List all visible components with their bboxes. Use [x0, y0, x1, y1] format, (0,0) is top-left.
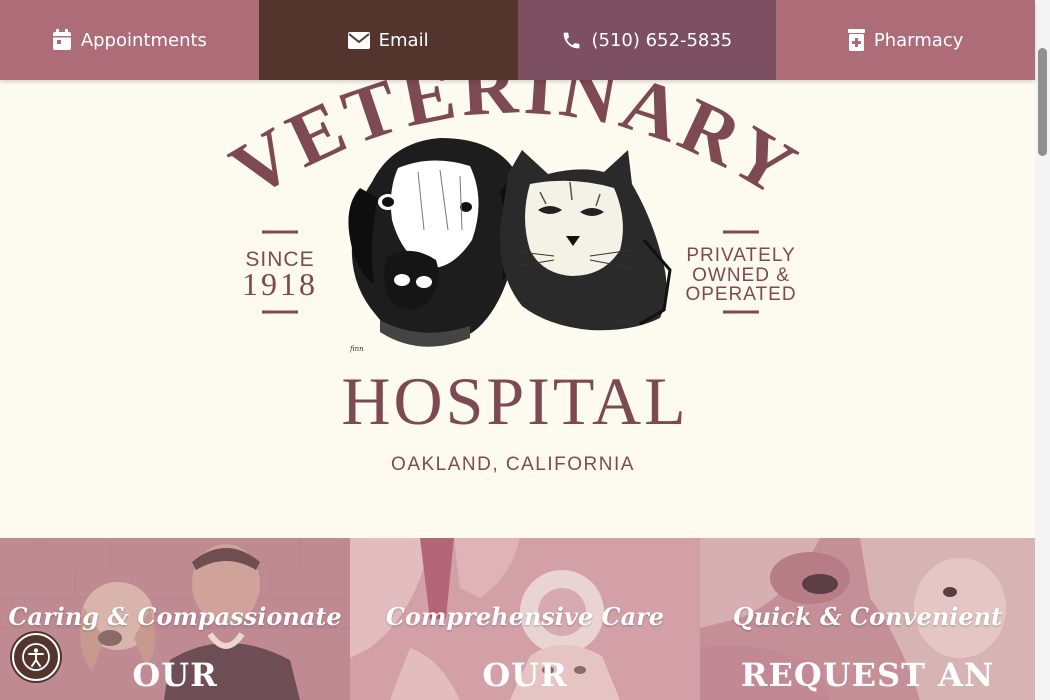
page-scrollbar-thumb[interactable]: [1038, 48, 1047, 156]
services-cards: Caring & Compassionate OUR Comprehensive…: [0, 538, 1035, 700]
card-our-services[interactable]: Comprehensive Care OUR: [350, 538, 700, 700]
top-nav: Appointments Email (510) 652-5835 Pharma…: [0, 0, 1035, 80]
pharmacy-label: Pharmacy: [873, 29, 964, 51]
pharmacy-nav-button[interactable]: Pharmacy: [776, 0, 1035, 80]
hero-logo-section: VETERINARY SINCE 1918 PRIVATELY OWNED & …: [0, 80, 1035, 538]
email-label: Email: [378, 29, 429, 51]
accessibility-button[interactable]: [12, 633, 60, 681]
pill-bottle-icon: [847, 29, 865, 51]
email-nav-button[interactable]: Email: [258, 0, 518, 80]
dog-illustration: finn: [348, 138, 524, 353]
appointments-nav-button[interactable]: Appointments: [0, 0, 259, 80]
envelope-icon: [347, 31, 370, 49]
card-tagline: Caring & Compassionate: [8, 602, 342, 631]
phone-icon: [564, 32, 580, 48]
logo-since-year: 1918: [242, 266, 318, 302]
signature-finn: finn: [349, 345, 364, 353]
phone-nav-button[interactable]: (510) 652-5835: [517, 0, 777, 80]
card-tagline: Quick & Convenient: [732, 602, 1003, 631]
appointments-label: Appointments: [80, 29, 207, 51]
card-our-team[interactable]: Caring & Compassionate OUR: [0, 538, 350, 700]
logo-operated-label: OPERATED: [685, 284, 796, 305]
card-heading: REQUEST AN: [740, 656, 995, 694]
card-request-appointment[interactable]: Quick & Convenient REQUEST AN: [700, 538, 1035, 700]
card-heading: OUR: [482, 656, 568, 694]
accessibility-icon: [22, 643, 50, 671]
card-tagline: Comprehensive Care: [385, 602, 665, 631]
signature-flora: flora: [614, 319, 631, 327]
logo-location: OAKLAND, CALIFORNIA: [391, 454, 635, 475]
phone-label: (510) 652-5835: [591, 29, 733, 51]
logo-owned-label: OWNED &: [692, 265, 790, 286]
logo-privately-label: PRIVATELY: [686, 245, 795, 266]
hospital-logo: VETERINARY SINCE 1918 PRIVATELY OWNED & …: [216, 80, 810, 475]
logo-hospital-title: HOSPITAL: [341, 363, 688, 439]
calendar-icon: [52, 29, 71, 50]
cat-illustration: flora: [499, 150, 672, 331]
